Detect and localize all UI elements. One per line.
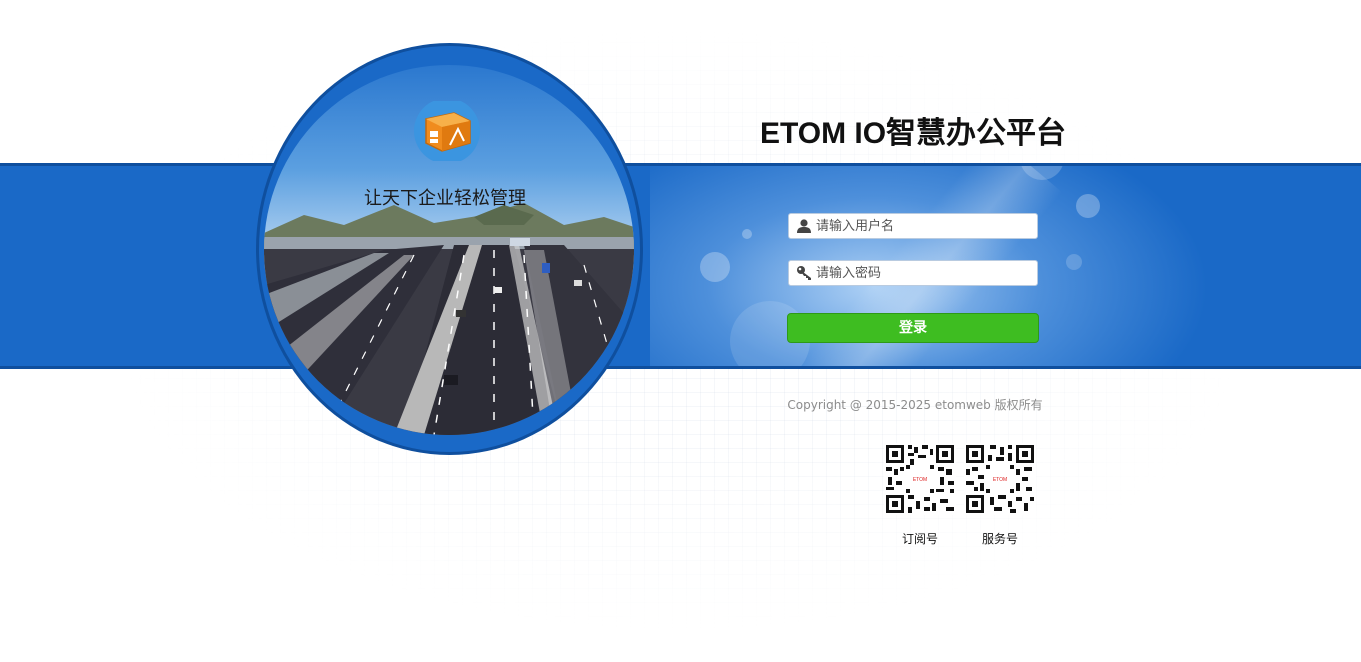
key-icon (797, 266, 811, 280)
banner-bubble (1066, 254, 1082, 270)
qr-label-service: 服务号 (981, 532, 1018, 546)
qr-center-logo: ETOM (913, 477, 927, 483)
blue-banner (0, 163, 1361, 369)
password-field[interactable] (788, 260, 1038, 286)
qr-center-logo: ETOM (993, 477, 1007, 483)
page-title: ETOM IO智慧办公平台 (759, 117, 1067, 150)
banner-bubble (742, 229, 752, 239)
qr-label-subscription: 订阅号 (901, 532, 938, 546)
qr-code-subscription: ETOM (884, 443, 956, 515)
password-input[interactable] (816, 264, 1031, 282)
banner-bubble (700, 252, 730, 282)
qr-code-service: ETOM (964, 443, 1036, 515)
user-icon (797, 219, 811, 233)
username-field[interactable] (788, 213, 1038, 239)
box-logo-icon (414, 101, 480, 161)
login-button[interactable]: 登录 (787, 313, 1039, 343)
slogan-text: 让天下企业轻松管理 (364, 188, 526, 209)
copyright-text: Copyright @ 2015-2025 etomweb 版权所有 (787, 398, 1043, 412)
banner-bubble (1076, 194, 1100, 218)
username-input[interactable] (816, 217, 1031, 235)
